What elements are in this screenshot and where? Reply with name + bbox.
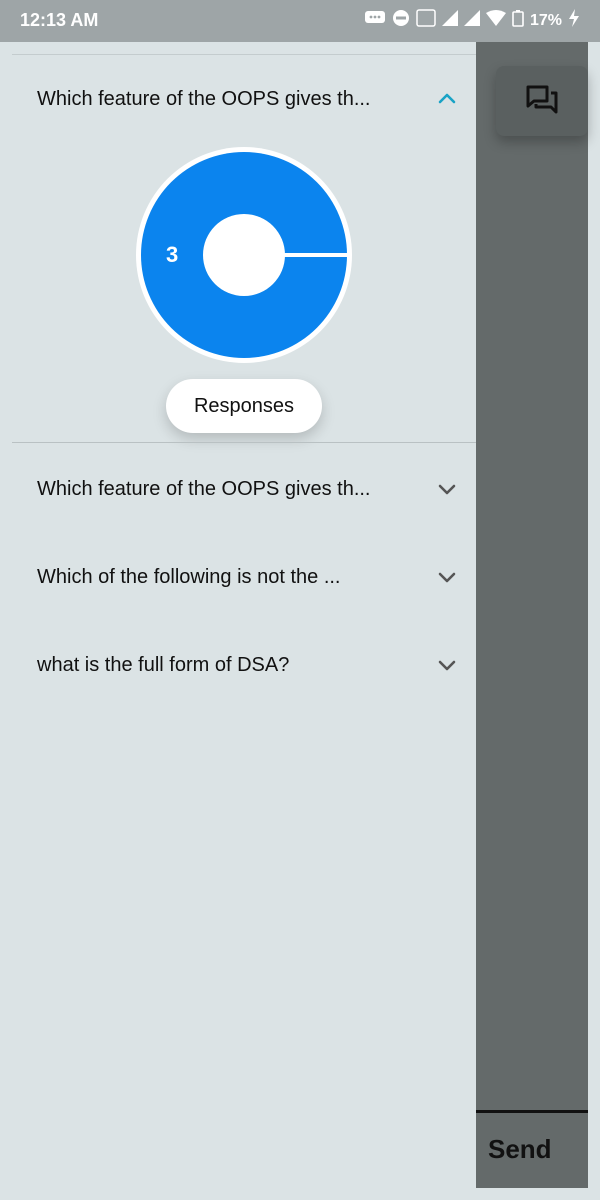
question-item-1[interactable]: Which feature of the OOPS gives th... (37, 79, 457, 119)
signal-icon (441, 10, 458, 31)
chevron-down-icon[interactable] (437, 655, 457, 675)
question-text: Which feature of the OOPS gives th... (37, 477, 371, 500)
status-time: 12:13 AM (20, 10, 99, 30)
chevron-up-icon[interactable] (437, 89, 457, 109)
top-divider (12, 54, 476, 55)
status-icons: 17% (364, 9, 580, 32)
chevron-down-icon[interactable] (437, 567, 457, 587)
message-notification-icon (364, 10, 386, 31)
responses-chart: 3 (136, 147, 352, 363)
send-divider (476, 1110, 588, 1113)
questions-list: Which feature of the OOPS gives th... 3 … (0, 42, 476, 1200)
donut-hole (203, 214, 285, 296)
battery-percent: 17% (529, 11, 562, 29)
question-item-4[interactable]: what is the full form of DSA? (37, 645, 457, 685)
slice-data-label: 3 (166, 242, 179, 267)
volte-icon (416, 9, 436, 32)
question-item-3[interactable]: Which of the following is not the ... (37, 557, 457, 597)
signal-icon-2 (463, 10, 480, 31)
question-text: Which feature of the OOPS gives th... (37, 87, 371, 110)
wifi-icon (485, 10, 506, 31)
question-text: what is the full form of DSA? (37, 653, 290, 676)
battery-icon (512, 9, 524, 32)
chevron-down-icon[interactable] (437, 479, 457, 499)
question-item-2[interactable]: Which feature of the OOPS gives th... (37, 469, 457, 509)
send-button[interactable]: Send (488, 1134, 552, 1165)
do-not-disturb-icon (392, 9, 410, 32)
side-panel: Send (476, 42, 588, 1188)
charging-icon (568, 9, 580, 32)
section-divider (12, 442, 476, 443)
chat-button[interactable] (496, 66, 588, 136)
status-bar: 12:13 AM 17% (0, 0, 600, 42)
question-text: Which of the following is not the ... (37, 565, 341, 588)
responses-button[interactable]: Responses (166, 379, 322, 433)
forum-icon (525, 84, 559, 119)
